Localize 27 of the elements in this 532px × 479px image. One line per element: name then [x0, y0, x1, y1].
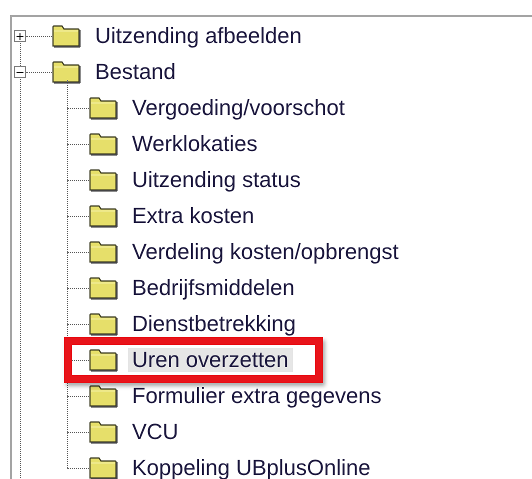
- tree-item[interactable]: Formulier extra gegevens: [128, 384, 386, 408]
- folder-icon: [89, 348, 118, 372]
- folder-icon: [89, 168, 118, 192]
- tree-item[interactable]: Uitzending status: [128, 168, 305, 192]
- folder-icon: [89, 384, 118, 408]
- folder-icon: [52, 60, 81, 84]
- folder-icon: [89, 312, 118, 336]
- expander-button[interactable]: −: [14, 66, 26, 78]
- tree-item[interactable]: Bestand: [91, 60, 180, 84]
- tree-item[interactable]: VCU: [128, 420, 182, 444]
- tree-item[interactable]: Werklokaties: [128, 132, 262, 156]
- tree-item[interactable]: Uitzending afbeelden: [91, 24, 306, 48]
- folder-icon: [89, 456, 118, 479]
- folder-icon: [89, 276, 118, 300]
- tree-item[interactable]: Dienstbetrekking: [128, 312, 300, 336]
- folder-icon: [89, 204, 118, 228]
- folder-icon: [89, 240, 118, 264]
- tree-item[interactable]: Bedrijfsmiddelen: [128, 276, 299, 300]
- folder-icon: [89, 96, 118, 120]
- tree-item[interactable]: Vergoeding/voorschot: [128, 96, 349, 120]
- tree-item[interactable]: Extra kosten: [128, 204, 258, 228]
- expander-button[interactable]: +: [14, 30, 26, 42]
- tree-item[interactable]: Verdeling kosten/opbrengst: [128, 240, 403, 264]
- folder-icon: [89, 420, 118, 444]
- folder-icon: [89, 132, 118, 156]
- tree-item[interactable]: Uren overzetten: [128, 348, 293, 372]
- folder-icon: [52, 24, 81, 48]
